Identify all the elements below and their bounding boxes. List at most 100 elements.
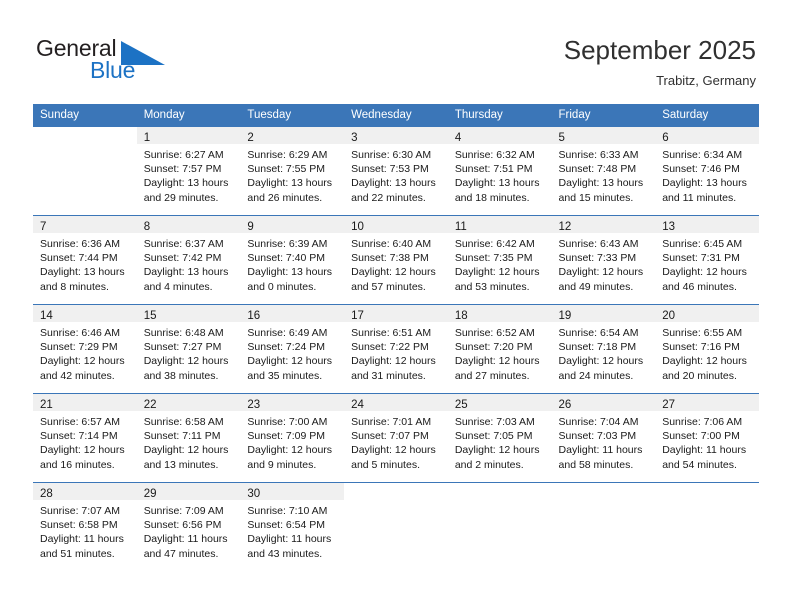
calendar-day-cell[interactable]: 6 Sunrise: 6:34 AM Sunset: 7:46 PM Daylight… xyxy=(655,127,759,216)
daylight-text-cont: and 8 minutes. xyxy=(40,280,109,293)
day-cell-details: Sunrise: 6:32 AM Sunset: 7:51 PM Daylight:… xyxy=(448,144,552,205)
day-cell-inner xyxy=(33,127,137,215)
sunrise-text: Sunrise: 6:29 AM xyxy=(247,149,328,161)
daylight-text: Daylight: 12 hours xyxy=(662,266,747,279)
sunrise-text: Sunrise: 6:37 AM xyxy=(143,238,224,250)
daylight-text-cont: and 58 minutes. xyxy=(558,458,634,471)
day-cell-inner: 7 Sunrise: 6:36 AM Sunset: 7:44 PM Daylight… xyxy=(33,216,137,304)
calendar-day-cell[interactable]: 7 Sunrise: 6:36 AM Sunset: 7:44 PM Daylight… xyxy=(33,215,137,305)
daylight-text: Daylight: 12 hours xyxy=(143,355,229,368)
day-cell-details: Sunrise: 6:29 AM Sunset: 7:55 PM Daylight:… xyxy=(240,144,344,205)
daylight-text: Daylight: 13 hours xyxy=(351,177,436,190)
calendar-day-cell[interactable]: 12 Sunrise: 6:43 AM Sunset: 7:33 PM Dayligh… xyxy=(551,215,656,305)
calendar-day-cell[interactable]: 19 Sunrise: 6:54 AM Sunset: 7:18 PM Dayligh… xyxy=(551,304,656,394)
calendar-day-cell[interactable]: 9 Sunrise: 6:39 AM Sunset: 7:40 PM Daylight… xyxy=(240,215,345,305)
calendar-day-cell[interactable]: 15 Sunrise: 6:48 AM Sunset: 7:27 PM Dayligh… xyxy=(136,304,241,394)
calendar-day-cell[interactable]: 18 Sunrise: 6:52 AM Sunset: 7:20 PM Dayligh… xyxy=(447,304,552,394)
day-cell-inner: 8 Sunrise: 6:37 AM Sunset: 7:42 PM Daylight… xyxy=(136,216,241,304)
day-number: 23 xyxy=(247,399,261,411)
daylight-text-cont: and 46 minutes. xyxy=(662,280,737,293)
day-cell-details: Sunrise: 6:45 AM Sunset: 7:31 PM Daylight:… xyxy=(655,233,759,294)
daylight-text-cont: and 57 minutes. xyxy=(351,280,426,293)
day-number: 24 xyxy=(351,399,364,411)
day-cell-details: Sunrise: 6:49 AM Sunset: 7:24 PM Daylight:… xyxy=(240,322,344,383)
sunrise-text: Sunrise: 6:39 AM xyxy=(247,238,328,250)
calendar-day-cell[interactable]: 29 Sunrise: 7:09 AM Sunset: 6:56 PM Dayligh… xyxy=(136,482,241,571)
day-cell-inner: 30 Sunrise: 7:10 AM Sunset: 6:54 PM Dayligh… xyxy=(240,483,345,571)
calendar-day-cell[interactable]: 20 Sunrise: 6:55 AM Sunset: 7:16 PM Dayligh… xyxy=(655,304,759,394)
calendar-day-cell[interactable]: 21 Sunrise: 6:57 AM Sunset: 7:14 PM Dayligh… xyxy=(33,393,137,483)
calendar-day-cell[interactable]: 14 Sunrise: 6:46 AM Sunset: 7:29 PM Dayligh… xyxy=(33,304,137,394)
daylight-text-cont: and 53 minutes. xyxy=(454,280,530,293)
calendar-day-cell[interactable]: 13 Sunrise: 6:45 AM Sunset: 7:31 PM Dayligh… xyxy=(655,215,759,305)
day-number: 25 xyxy=(454,399,468,411)
calendar-day-cell[interactable]: 22 Sunrise: 6:58 AM Sunset: 7:11 PM Dayligh… xyxy=(136,393,241,483)
daylight-text-cont: and 22 minutes. xyxy=(351,191,426,204)
daylight-text: Daylight: 12 hours xyxy=(558,355,644,368)
weekday-header-friday: Friday xyxy=(551,104,656,127)
day-number-band: 5 xyxy=(551,127,656,144)
day-cell-details: Sunrise: 6:48 AM Sunset: 7:27 PM Daylight:… xyxy=(137,322,241,383)
calendar-day-cell[interactable]: 30 Sunrise: 7:10 AM Sunset: 6:54 PM Dayligh… xyxy=(240,482,345,571)
day-cell-inner: 10 Sunrise: 6:40 AM Sunset: 7:38 PM Dayligh… xyxy=(344,216,448,304)
day-number-band: 25 xyxy=(447,394,552,411)
calendar-day-cell[interactable]: 16 Sunrise: 6:49 AM Sunset: 7:24 PM Dayligh… xyxy=(240,304,345,394)
calendar-day-cell[interactable]: 26 Sunrise: 7:04 AM Sunset: 7:03 PM Dayligh… xyxy=(551,393,656,483)
day-number-band: 14 xyxy=(33,305,137,322)
day-number: 18 xyxy=(454,310,468,322)
brand-logo[interactable]: General Blue xyxy=(36,35,256,93)
daylight-text: Daylight: 12 hours xyxy=(662,355,747,368)
day-cell-details xyxy=(344,500,448,504)
daylight-text: Daylight: 12 hours xyxy=(558,266,644,279)
calendar-day-cell[interactable]: 10 Sunrise: 6:40 AM Sunset: 7:38 PM Dayligh… xyxy=(344,215,448,305)
sunrise-text: Sunrise: 7:03 AM xyxy=(454,416,535,428)
sunset-text: Sunset: 7:55 PM xyxy=(247,163,326,176)
sunset-text: Sunset: 7:00 PM xyxy=(662,430,740,443)
calendar-day-cell[interactable]: 8 Sunrise: 6:37 AM Sunset: 7:42 PM Daylight… xyxy=(136,215,241,305)
calendar-day-cell[interactable]: 24 Sunrise: 7:01 AM Sunset: 7:07 PM Dayligh… xyxy=(344,393,448,483)
calendar-empty-cell xyxy=(344,482,448,571)
calendar-day-cell[interactable]: 28 Sunrise: 7:07 AM Sunset: 6:58 PM Dayligh… xyxy=(33,482,137,571)
calendar-day-cell[interactable]: 4 Sunrise: 6:32 AM Sunset: 7:51 PM Daylight… xyxy=(447,127,552,216)
day-cell-inner: 17 Sunrise: 6:51 AM Sunset: 7:22 PM Dayligh… xyxy=(344,305,448,393)
day-number-band: 27 xyxy=(655,394,759,411)
day-cell-details: Sunrise: 6:46 AM Sunset: 7:29 PM Daylight:… xyxy=(33,322,137,383)
calendar-week-row: 1 Sunrise: 6:27 AM Sunset: 7:57 PM Daylight… xyxy=(33,127,759,216)
day-number-band: 30 xyxy=(240,483,345,500)
day-cell-details: Sunrise: 7:07 AM Sunset: 6:58 PM Daylight:… xyxy=(33,500,137,561)
calendar-day-cell[interactable]: 27 Sunrise: 7:06 AM Sunset: 7:00 PM Dayligh… xyxy=(655,393,759,483)
daylight-text: Daylight: 12 hours xyxy=(351,266,436,279)
day-cell-inner xyxy=(448,483,552,571)
calendar-day-cell[interactable]: 5 Sunrise: 6:33 AM Sunset: 7:48 PM Daylight… xyxy=(551,127,656,216)
sunset-text: Sunset: 7:57 PM xyxy=(143,163,222,176)
day-number: 13 xyxy=(662,221,676,233)
day-cell-inner: 28 Sunrise: 7:07 AM Sunset: 6:58 PM Dayligh… xyxy=(33,483,137,571)
calendar-day-cell[interactable]: 11 Sunrise: 6:42 AM Sunset: 7:35 PM Dayligh… xyxy=(447,215,552,305)
calendar-day-cell[interactable]: 1 Sunrise: 6:27 AM Sunset: 7:57 PM Daylight… xyxy=(136,127,241,216)
daylight-text-cont: and 31 minutes. xyxy=(351,369,426,382)
day-cell-inner: 22 Sunrise: 6:58 AM Sunset: 7:11 PM Dayligh… xyxy=(136,394,241,482)
day-cell-inner: 5 Sunrise: 6:33 AM Sunset: 7:48 PM Daylight… xyxy=(551,127,656,215)
weekday-header-monday: Monday xyxy=(136,104,241,127)
calendar-day-cell[interactable]: 17 Sunrise: 6:51 AM Sunset: 7:22 PM Dayligh… xyxy=(344,304,448,394)
daylight-text: Daylight: 11 hours xyxy=(247,533,332,546)
calendar-day-cell[interactable]: 25 Sunrise: 7:03 AM Sunset: 7:05 PM Dayligh… xyxy=(447,393,552,483)
calendar-day-cell[interactable]: 2 Sunrise: 6:29 AM Sunset: 7:55 PM Daylight… xyxy=(240,127,345,216)
sunrise-text: Sunrise: 7:09 AM xyxy=(143,505,224,517)
sunset-text: Sunset: 7:09 PM xyxy=(247,430,326,443)
day-number-band: 10 xyxy=(344,216,448,233)
day-cell-details: Sunrise: 6:27 AM Sunset: 7:57 PM Daylight:… xyxy=(137,144,241,205)
calendar-day-cell[interactable]: 3 Sunrise: 6:30 AM Sunset: 7:53 PM Daylight… xyxy=(344,127,448,216)
day-cell-details: Sunrise: 6:51 AM Sunset: 7:22 PM Daylight:… xyxy=(344,322,448,383)
day-cell-inner: 12 Sunrise: 6:43 AM Sunset: 7:33 PM Dayligh… xyxy=(551,216,656,304)
day-number: 6 xyxy=(662,132,669,144)
daylight-text: Daylight: 13 hours xyxy=(558,177,644,190)
sunrise-text: Sunrise: 6:30 AM xyxy=(351,149,432,161)
sunset-text: Sunset: 7:44 PM xyxy=(40,252,118,265)
calendar-day-cell[interactable]: 23 Sunrise: 7:00 AM Sunset: 7:09 PM Dayligh… xyxy=(240,393,345,483)
day-cell-details xyxy=(33,144,137,148)
day-cell-details xyxy=(552,500,656,504)
day-number: 12 xyxy=(558,221,572,233)
day-number-band: 11 xyxy=(447,216,552,233)
day-number: 27 xyxy=(662,399,676,411)
